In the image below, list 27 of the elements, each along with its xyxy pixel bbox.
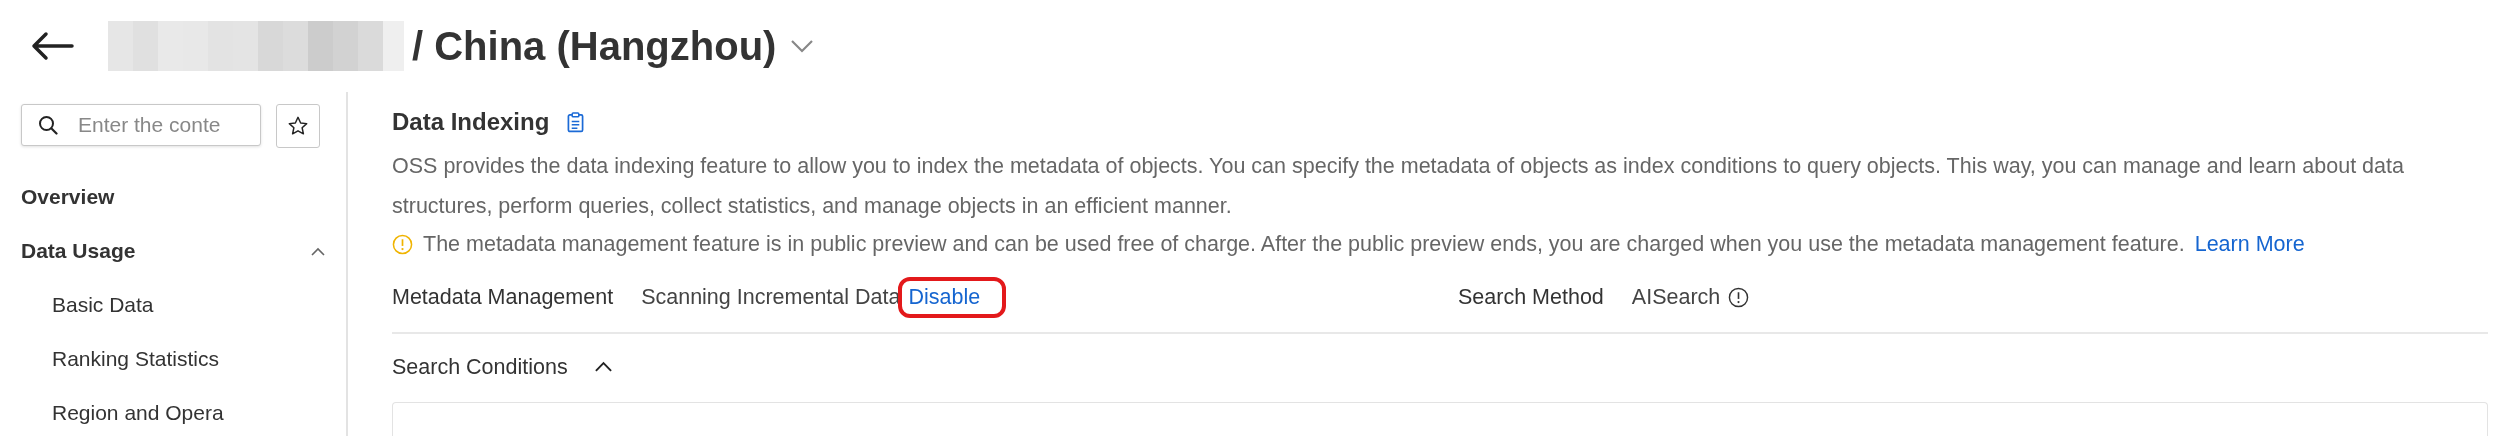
field-value: AISearch	[1631, 284, 1721, 310]
disable-link[interactable]: Disable	[904, 284, 985, 309]
nav-item[interactable]: Overview	[21, 170, 346, 224]
back-arrow-icon[interactable]	[30, 31, 74, 61]
warning-icon	[392, 233, 413, 255]
favorite-button[interactable]	[276, 104, 320, 148]
nav-subitem[interactable]: Ranking Statistics	[21, 332, 346, 386]
nav-item[interactable]: Data Usage	[21, 224, 346, 278]
document-icon[interactable]	[567, 111, 585, 133]
star-icon	[287, 115, 309, 137]
chevron-icon	[593, 361, 613, 373]
learn-more-link[interactable]: Learn More	[2194, 231, 2305, 257]
field-label: Metadata Management	[392, 284, 614, 310]
nav-subitem[interactable]: Basic Data	[21, 278, 346, 332]
nav-subitem[interactable]: Region and Opera	[21, 386, 346, 436]
notice-text: The metadata management feature is in public preview and can be used free of charge. After the public preview ends, you are charged when you use the metadata management feature.	[423, 231, 2185, 257]
chevron-down-icon[interactable]	[790, 39, 815, 53]
description-text: OSS provides the data indexing feature to allow you to index the metadata of objects. You can specify the metadata of objects as index conditions to query objects. This way, you can manage and learn about data structures, perform queries, collect statistics, and manage objects in an efficient manner.	[392, 153, 2405, 220]
search-field[interactable]: Enter the conte	[21, 104, 261, 146]
section-title: Data Indexing	[392, 108, 550, 136]
search-conditions-toggle[interactable]: Search Conditions	[392, 334, 613, 400]
search-icon	[38, 115, 58, 135]
info-icon[interactable]	[1728, 286, 1750, 308]
page-title: / China (Hangzhou)	[412, 23, 777, 69]
field-value: Scanning Incremental Data	[641, 284, 901, 310]
field-label: Search Method	[1458, 284, 1604, 310]
chevron-icon	[310, 246, 326, 256]
